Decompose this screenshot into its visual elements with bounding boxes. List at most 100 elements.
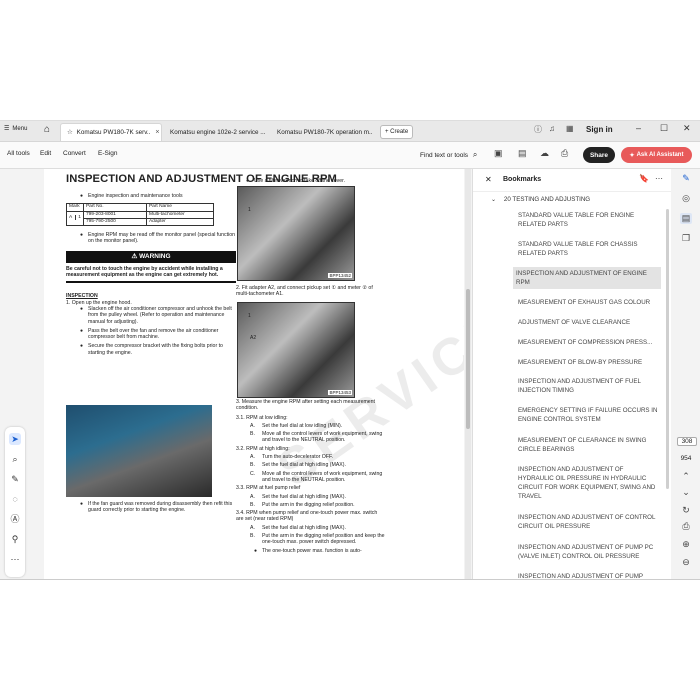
print-icon[interactable]: ⎙ — [561, 148, 568, 159]
esign-button[interactable]: E-Sign — [98, 150, 118, 157]
page-view-icon[interactable]: ⎙ — [680, 521, 692, 532]
list-item: The one-touch power max. function is aut… — [250, 548, 386, 555]
annotation-toolbar: ➤ ⌕ ✎ ◌ Ⓐ ⚲ ⋯ — [5, 427, 25, 577]
apps-grid-icon[interactable]: ▦ — [566, 124, 574, 133]
scrollbar-thumb[interactable] — [466, 289, 470, 429]
minimize-icon[interactable]: – — [636, 123, 641, 133]
help-icon[interactable]: ⓘ — [534, 124, 542, 135]
bookmark-item[interactable]: INSPECTION AND ADJUSTMENT OF FUEL INJECT… — [515, 375, 663, 397]
select-cursor-icon[interactable]: ➤ — [9, 433, 21, 445]
left-tool-rail: ➤ ⌕ ✎ ◌ Ⓐ ⚲ ⋯ — [0, 169, 44, 579]
tab-bar: ☰ Menu ⌂ ☆ Komatsu PW180-7K serv.. × Kom… — [0, 121, 700, 142]
bookmark-item[interactable]: EMERGENCY SETTING IF FAILURE OCCURS IN E… — [515, 404, 663, 426]
tab-label: Komatsu PW180-7K serv.. — [76, 129, 151, 136]
engine-photo — [66, 405, 212, 497]
table-mark: A 1 — [66, 210, 84, 227]
bookmark-item[interactable]: INSPECTION AND ADJUSTMENT OF PUMP — [515, 570, 663, 579]
list-item: Secure the compressor bracket with the f… — [76, 343, 236, 356]
tools-table: Mark Part No. Part Name A 1 799-203-8001… — [66, 203, 214, 227]
fan-guard-bullet: If the fan guard was removed during disa… — [76, 501, 236, 514]
zoom-in-icon[interactable]: ⊕ — [680, 539, 692, 550]
bookmark-panel-icon[interactable]: ▤ — [680, 213, 692, 224]
pen-icon[interactable]: ✎ — [9, 473, 21, 485]
list-item: A. Set the fuel dial at high idling (MAX)… — [250, 493, 346, 500]
ai-summary-icon[interactable]: ◎ — [680, 193, 692, 204]
bookmark-item[interactable]: STANDARD VALUE TABLE FOR CHASSIS RELATED… — [515, 238, 663, 260]
text-box-icon[interactable]: Ⓐ — [9, 513, 21, 525]
filter-photo: 1 BPP13452 — [237, 186, 355, 281]
close-panel-icon[interactable]: ✕ — [485, 175, 492, 184]
bookmark-item[interactable]: STANDARD VALUE TABLE FOR ENGINE RELATED … — [515, 209, 663, 231]
comment-icon[interactable]: ✎ — [680, 173, 692, 184]
ai-assistant-button[interactable]: ✦ Ask AI Assistant — [621, 147, 692, 163]
all-tools-button[interactable]: All tools — [7, 150, 30, 157]
menu-label: Menu — [12, 125, 28, 132]
more-options-icon[interactable]: ⋯ — [655, 174, 663, 183]
save-icon[interactable]: ▤ — [518, 148, 527, 159]
tab-document-3[interactable]: Komatsu PW180-7K operation m.. — [271, 123, 377, 141]
rotate-icon[interactable]: ↻ — [680, 505, 692, 516]
chevron-down-icon[interactable]: ⌄ — [491, 196, 496, 203]
share-button[interactable]: Share — [583, 147, 615, 163]
table-cell: Adapter — [145, 217, 214, 227]
pages-icon[interactable]: ❐ — [680, 233, 692, 244]
zoom-out-icon[interactable]: ⊖ — [680, 557, 692, 568]
list-item: B. Move all the control levers of work eq… — [250, 431, 383, 444]
scrollbar-thumb[interactable] — [666, 209, 669, 489]
list-item: B. Set the fuel dial at high idling (MAX)… — [250, 462, 346, 469]
edit-button[interactable]: Edit — [40, 150, 51, 157]
bookmarks-scrollbar[interactable] — [666, 209, 670, 579]
bookmark-item[interactable]: MEASUREMENT OF BLOW-BY PRESSURE — [515, 356, 663, 369]
tab-document-1[interactable]: ☆ Komatsu PW180-7K serv.. × — [60, 123, 162, 141]
list-item: C. Move all the control levers of work eq… — [250, 470, 383, 483]
create-button[interactable]: + Create — [380, 125, 414, 139]
bookmark-item-selected[interactable]: INSPECTION AND ADJUSTMENT OF ENGINE RPM — [513, 267, 661, 289]
warning-text: Be careful not to touch the engine by ac… — [66, 265, 223, 279]
stamp-icon[interactable]: ⚲ — [9, 533, 21, 545]
app-window: ☰ Menu ⌂ ☆ Komatsu PW180-7K serv.. × Kom… — [0, 120, 700, 580]
warning-banner: ⚠ WARNING — [66, 250, 236, 263]
bookmark-item[interactable]: INSPECTION AND ADJUSTMENT OF CONTROL CIR… — [515, 511, 663, 533]
step-3-3: 3.3. RPM at fuel pump relief — [236, 485, 301, 492]
home-icon[interactable]: ⌂ — [44, 124, 50, 135]
close-window-icon[interactable]: ✕ — [683, 123, 691, 134]
bookmark-parent[interactable]: ⌄ 20 TESTING AND ADJUSTING — [491, 196, 590, 203]
image-icon[interactable]: ▣ — [494, 148, 503, 159]
hamburger-icon: ☰ — [4, 126, 10, 132]
zoom-comment-icon[interactable]: ⌕ — [9, 453, 21, 465]
bookmarks-header: ✕ Bookmarks 🔖 ⋯ — [473, 169, 671, 192]
document-scrollbar[interactable] — [465, 169, 471, 579]
bookmark-add-icon[interactable]: 🔖 — [639, 174, 649, 183]
bookmark-item[interactable]: MEASUREMENT OF CLEARANCE IN SWING CIRCLE… — [515, 434, 663, 456]
current-page-field[interactable]: 308 — [677, 437, 697, 446]
bell-icon[interactable]: ♫ — [549, 124, 555, 133]
bookmark-item[interactable]: MEASUREMENT OF EXHAUST GAS COLOUR — [515, 296, 663, 309]
table-header: Part Name — [145, 203, 214, 212]
bookmark-item[interactable]: INSPECTION AND ADJUSTMENT OF HYDRAULIC O… — [515, 463, 663, 503]
photo-label: BPP13452 — [328, 273, 352, 278]
tab-document-2[interactable]: Komatsu engine 102e-2 service ... — [164, 123, 270, 141]
table-header: Mark — [66, 203, 84, 212]
bookmark-item[interactable]: MEASUREMENT OF COMPRESSION PRESS... — [515, 336, 663, 349]
star-icon[interactable]: ☆ — [67, 129, 73, 136]
list-item: A. Set the fuel dial at high idling (MAX)… — [250, 524, 346, 531]
lasso-icon[interactable]: ◌ — [9, 493, 21, 505]
more-tools-icon[interactable]: ⋯ — [9, 553, 21, 565]
table-cell: 795-790-2500 — [82, 217, 147, 227]
chevron-down-icon[interactable]: ⌄ — [680, 487, 692, 498]
tools-bullet: Engine inspection and maintenance tools — [76, 193, 236, 200]
find-text-button[interactable]: Find text or tools ⌕ — [420, 150, 477, 160]
bookmark-item[interactable]: INSPECTION AND ADJUSTMENT OF PUMP PC (VA… — [515, 541, 663, 563]
menu-button[interactable]: ☰ Menu — [4, 125, 28, 133]
cloud-upload-icon[interactable]: ☁ — [540, 148, 549, 159]
chevron-up-icon[interactable]: ⌃ — [680, 471, 692, 482]
bookmark-item[interactable]: ADJUSTMENT OF VALVE CLEARANCE — [515, 316, 663, 329]
bookmark-parent-label: 20 TESTING AND ADJUSTING — [503, 196, 591, 203]
list-item: B. Put the arm in the digging relief posi… — [250, 533, 385, 546]
close-tab-icon[interactable]: × — [155, 129, 159, 136]
maximize-icon[interactable]: ☐ — [660, 123, 668, 134]
convert-button[interactable]: Convert — [63, 150, 86, 157]
step-2: 2. Fit adapter A2, and connect pickup se… — [236, 285, 373, 298]
sign-in-button[interactable]: Sign in — [586, 125, 613, 134]
step-3-4: 3.4. RPM when pump relief and one-touch … — [236, 510, 378, 523]
